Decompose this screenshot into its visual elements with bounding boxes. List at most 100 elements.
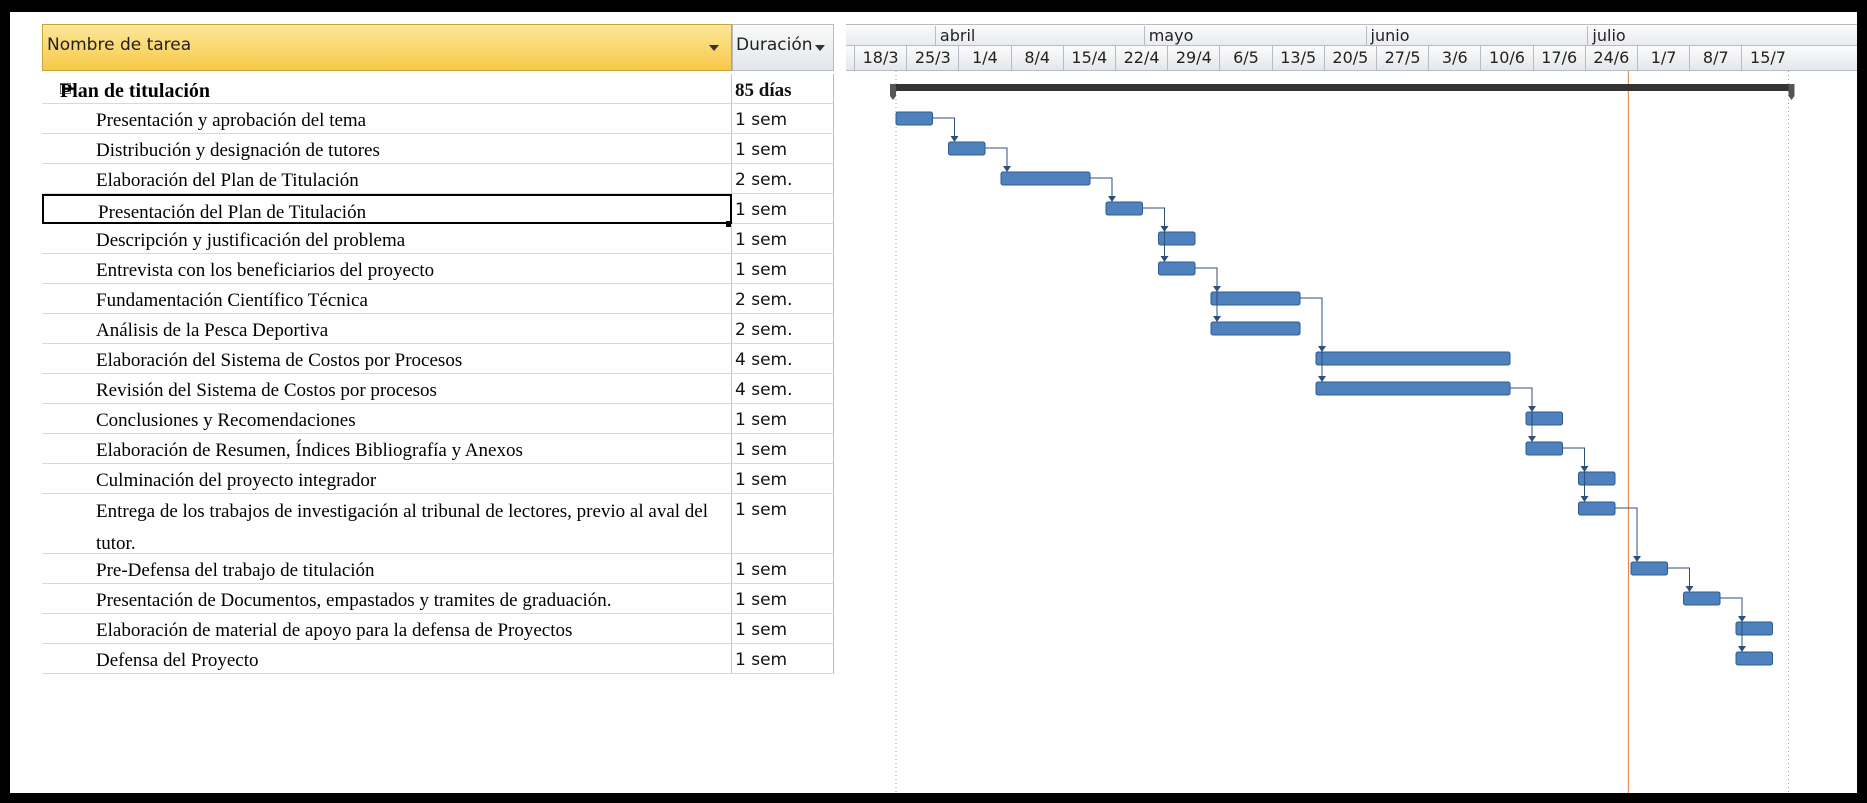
task-name-cell[interactable]: Análisis de la Pesca Deportiva: [42, 314, 732, 344]
task-row[interactable]: Pre-Defensa del trabajo de titulación 1 s…: [42, 554, 834, 584]
task-row[interactable]: Fundamentación Científico Técnica 2 sem.: [42, 284, 834, 314]
task-bar[interactable]: [895, 111, 933, 126]
dependency-arrow-icon: [1685, 586, 1694, 592]
task-row[interactable]: Conclusiones y Recomendaciones 1 sem: [42, 404, 834, 434]
duration-cell[interactable]: 2 sem.: [732, 164, 834, 194]
task-row[interactable]: Elaboración del Sistema de Costos por Pr…: [42, 344, 834, 374]
duration-cell[interactable]: 1 sem: [732, 104, 834, 134]
task-bar[interactable]: [1578, 501, 1616, 516]
task-duration: 1 sem: [735, 590, 788, 610]
duration-column-header[interactable]: Duración: [732, 24, 834, 71]
duration-cell[interactable]: 2 sem.: [732, 314, 834, 344]
task-duration: 85 días: [735, 80, 792, 101]
week-label: 1/4: [958, 46, 1010, 70]
duration-cell[interactable]: 85 días: [732, 74, 834, 104]
task-name-column-header[interactable]: Nombre de tarea: [42, 24, 732, 71]
task-bar[interactable]: [948, 141, 986, 156]
task-bar[interactable]: [1630, 561, 1668, 576]
task-row[interactable]: Entrega de los trabajos de investigación…: [42, 494, 834, 554]
task-name-cell[interactable]: − Plan de titulación: [42, 74, 732, 104]
task-name-cell[interactable]: Entrevista con los beneficiarios del pro…: [42, 254, 732, 284]
task-bar[interactable]: [1578, 471, 1616, 486]
duration-cell[interactable]: 1 sem: [732, 464, 834, 494]
task-duration: 1 sem: [735, 560, 788, 580]
duration-cell[interactable]: 1 sem: [732, 134, 834, 164]
dependency-arrow-icon: [1160, 256, 1169, 262]
task-bar[interactable]: [1315, 381, 1511, 396]
summary-task-row[interactable]: − Plan de titulación 85 días: [42, 74, 834, 104]
task-row[interactable]: Presentación del Plan de Titulación 1 sem: [42, 194, 834, 227]
task-row[interactable]: Revisión del Sistema de Costos por proce…: [42, 374, 834, 404]
duration-cell[interactable]: 1 sem: [732, 644, 834, 674]
task-name-cell[interactable]: Elaboración del Sistema de Costos por Pr…: [42, 344, 732, 374]
task-name-cell[interactable]: Presentación y aprobación del tema: [42, 104, 732, 134]
week-label: 1/7: [1637, 46, 1689, 70]
task-name-cell[interactable]: Elaboración de Resumen, Índices Bibliogr…: [42, 434, 732, 464]
task-name-cell[interactable]: Entrega de los trabajos de investigación…: [42, 494, 732, 554]
task-name-cell[interactable]: Presentación de Documentos, empastados y…: [42, 584, 732, 614]
task-name: Elaboración del Sistema de Costos por Pr…: [96, 350, 463, 371]
duration-cell[interactable]: 4 sem.: [732, 374, 834, 404]
task-bar[interactable]: [1210, 321, 1301, 336]
task-name-cell[interactable]: Conclusiones y Recomendaciones: [42, 404, 732, 434]
week-label: 22/4: [1115, 46, 1167, 70]
task-row[interactable]: Elaboración del Plan de Titulación 2 sem.: [42, 164, 834, 194]
task-row[interactable]: Entrevista con los beneficiarios del pro…: [42, 254, 834, 284]
task-bar[interactable]: [1105, 201, 1143, 216]
task-bar[interactable]: [1735, 651, 1773, 666]
duration-cell[interactable]: 1 sem: [732, 584, 834, 614]
task-bar[interactable]: [1525, 441, 1563, 456]
task-bar[interactable]: [1735, 621, 1773, 636]
task-name-cell[interactable]: Distribución y designación de tutores: [42, 134, 732, 164]
duration-cell[interactable]: 1 sem: [732, 434, 834, 464]
task-name-cell[interactable]: Fundamentación Científico Técnica: [42, 284, 732, 314]
task-row[interactable]: Presentación y aprobación del tema 1 sem: [42, 104, 834, 134]
task-name-cell[interactable]: Revisión del Sistema de Costos por proce…: [42, 374, 732, 404]
duration-cell[interactable]: 4 sem.: [732, 344, 834, 374]
task-duration: 1 sem: [735, 110, 788, 130]
task-name-cell[interactable]: Elaboración del Plan de Titulación: [42, 164, 732, 194]
task-bar[interactable]: [1525, 411, 1563, 426]
duration-cell[interactable]: 1 sem: [732, 194, 834, 224]
task-name: Fundamentación Científico Técnica: [96, 290, 368, 311]
task-name-cell[interactable]: Pre-Defensa del trabajo de titulación: [42, 554, 732, 584]
task-bar[interactable]: [1158, 231, 1196, 246]
duration-cell[interactable]: 1 sem: [732, 494, 834, 554]
task-row[interactable]: Elaboración de material de apoyo para la…: [42, 614, 834, 644]
task-bar[interactable]: [1158, 261, 1196, 276]
task-row[interactable]: Análisis de la Pesca Deportiva 2 sem.: [42, 314, 834, 344]
summary-bar[interactable]: [890, 84, 1795, 91]
task-name-cell[interactable]: Defensa del Proyecto: [42, 644, 732, 674]
task-bar[interactable]: [1000, 171, 1091, 186]
task-name-cell[interactable]: Culminación del proyecto integrador: [42, 464, 732, 494]
dependency-arrow-icon: [1738, 646, 1746, 652]
task-name-cell[interactable]: Elaboración de material de apoyo para la…: [42, 614, 732, 644]
task-row[interactable]: Presentación de Documentos, empastados y…: [42, 584, 834, 614]
task-name-cell[interactable]: Presentación del Plan de Titulación: [42, 194, 732, 224]
task-bar[interactable]: [1315, 351, 1511, 366]
duration-cell[interactable]: 1 sem: [732, 254, 834, 284]
filter-dropdown-icon[interactable]: [709, 45, 719, 51]
task-row[interactable]: Distribución y designación de tutores 1 s…: [42, 134, 834, 164]
month-label: julio: [1587, 26, 1626, 46]
task-bar[interactable]: [1210, 291, 1301, 306]
task-name: Elaboración de Resumen, Índices Bibliogr…: [96, 440, 523, 461]
task-duration: 4 sem.: [735, 380, 793, 400]
summary-bar-end-marker: [1788, 84, 1795, 100]
dependency-arrow-icon: [1580, 496, 1589, 502]
task-row[interactable]: Defensa del Proyecto 1 sem: [42, 644, 834, 674]
task-bar[interactable]: [1683, 591, 1721, 606]
filter-dropdown-icon[interactable]: [815, 45, 825, 51]
duration-cell[interactable]: 2 sem.: [732, 284, 834, 314]
task-row[interactable]: Descripción y justificación del problema…: [42, 224, 834, 254]
duration-cell[interactable]: 1 sem: [732, 224, 834, 254]
duration-cell[interactable]: 1 sem: [732, 554, 834, 584]
task-row[interactable]: Culminación del proyecto integrador 1 sem: [42, 464, 834, 494]
task-name-cell[interactable]: Descripción y justificación del problema: [42, 224, 732, 254]
timescale-weeks: 18/3 25/3 1/4 8/4 15/4 22/4 29/4 6/5 13/5 20/5 27/…: [846, 46, 1857, 71]
task-row[interactable]: Elaboración de Resumen, Índices Bibliogr…: [42, 434, 834, 464]
task-duration: 1 sem: [735, 260, 788, 280]
duration-cell[interactable]: 1 sem: [732, 404, 834, 434]
duration-cell[interactable]: 1 sem: [732, 614, 834, 644]
task-duration: 1 sem: [735, 620, 788, 640]
